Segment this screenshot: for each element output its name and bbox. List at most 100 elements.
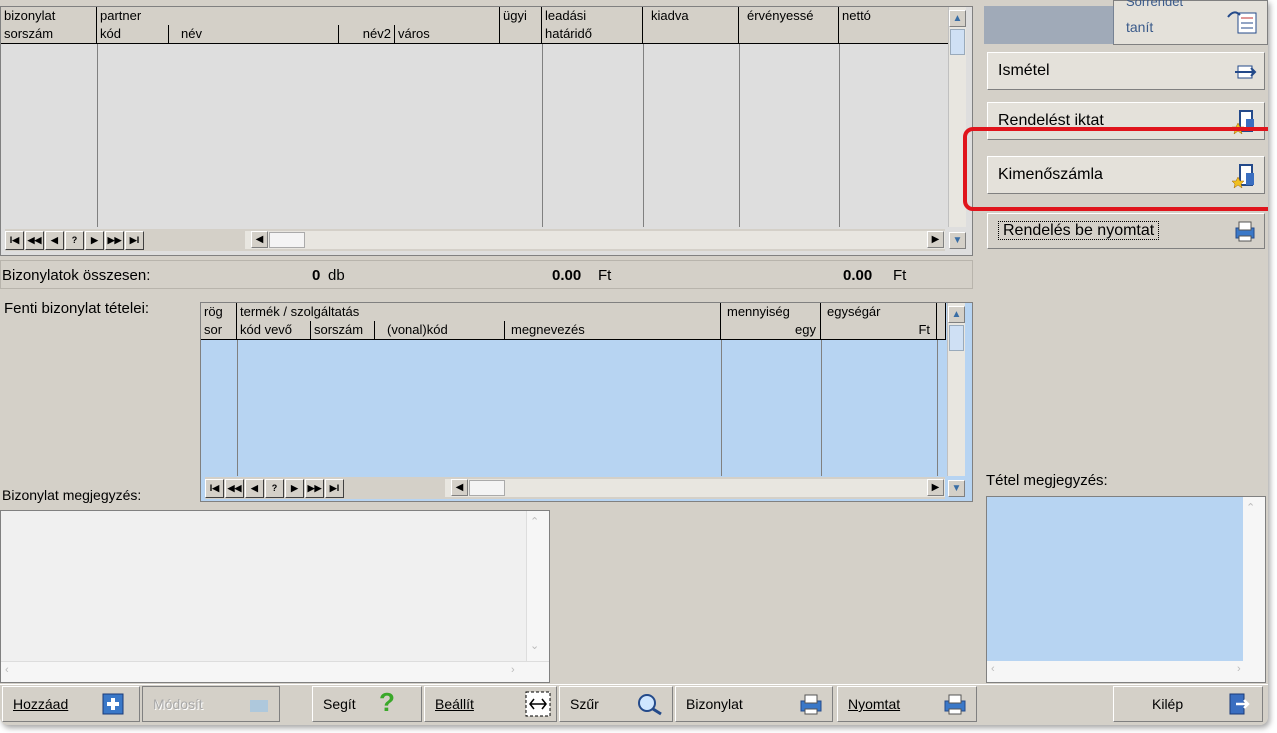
col-header-bizonylat[interactable]: bizonylat <box>1 7 97 26</box>
items-col-header-megnevezes[interactable]: megnevezés <box>505 321 721 340</box>
col-divider <box>97 44 98 227</box>
scroll-thumb[interactable] <box>269 232 305 248</box>
settings-icon <box>524 690 551 717</box>
col-header-ugyi[interactable]: ügyi <box>500 7 542 44</box>
nav-next-page-button[interactable]: ▶▶ <box>105 230 124 250</box>
items-col-header-egy[interactable]: egy <box>721 321 821 340</box>
vertical-scrollbar[interactable]: ⌃ ⌄ <box>526 511 549 661</box>
scroll-left-button[interactable]: ‹ <box>991 663 995 675</box>
col-header-varos[interactable]: város <box>395 25 500 44</box>
nav-prev-page-button[interactable]: ◀◀ <box>225 478 244 498</box>
scroll-thumb[interactable] <box>469 480 505 496</box>
items-col-header-termek[interactable]: termék / szolgáltatás <box>237 303 721 322</box>
nav-prev-button[interactable]: ◀ <box>245 478 264 498</box>
col-header-nev2[interactable]: név2 <box>339 25 395 44</box>
scroll-right-button[interactable]: ▶ <box>927 479 944 496</box>
col-divider <box>643 44 644 227</box>
horizontal-scrollbar[interactable]: ◀ ▶ <box>445 479 945 497</box>
items-grid[interactable]: rög termék / szolgáltatás mennyiség egys… <box>200 302 973 502</box>
scroll-left-button[interactable]: ‹ <box>5 664 9 676</box>
modify-button[interactable]: Módosít <box>142 686 280 722</box>
nav-first-button[interactable]: I◀ <box>5 230 24 250</box>
items-col-header-extra[interactable] <box>937 303 946 340</box>
items-col-header-sorszam[interactable]: sorszám <box>311 321 375 340</box>
documents-grid[interactable]: bizonylat partner ügyi leadási kiadva ér… <box>0 6 973 256</box>
col-header-nev[interactable]: név <box>169 25 339 44</box>
col-header-kod[interactable]: kód <box>97 25 169 44</box>
highlight-box <box>963 127 1268 211</box>
scroll-right-button[interactable]: ▶ <box>927 231 944 248</box>
add-button[interactable]: Hozzáad <box>2 686 140 722</box>
nav-first-button[interactable]: I◀ <box>205 478 224 498</box>
scroll-left-button[interactable]: ◀ <box>451 479 468 496</box>
vertical-scrollbar[interactable]: ▲ <box>947 303 965 476</box>
help-button[interactable]: Segít ? <box>312 686 422 722</box>
horizontal-scrollbar[interactable]: ◀ ▶ <box>245 231 945 249</box>
scroll-up-button[interactable]: ⌃ <box>530 515 539 528</box>
filter-label: Szűr <box>570 696 599 712</box>
question-icon: ? <box>379 687 395 717</box>
items-col-header-mennyiseg[interactable]: mennyiség <box>721 303 821 322</box>
items-col-header-kod-vevo[interactable]: kód vevő <box>237 321 311 340</box>
horizontal-scrollbar[interactable]: ‹ › <box>987 661 1265 682</box>
horizontal-scrollbar[interactable]: ‹ › <box>1 661 549 682</box>
col-header-netto[interactable]: nettó <box>839 7 949 44</box>
exit-label: Kilép <box>1152 696 1184 712</box>
scroll-down-button[interactable]: ⌄ <box>530 639 539 652</box>
nav-last-button[interactable]: ▶I <box>325 478 344 498</box>
items-col-header-rog[interactable]: rög <box>201 303 237 322</box>
nav-last-button[interactable]: ▶I <box>125 230 144 250</box>
scroll-right-button[interactable]: › <box>511 664 515 676</box>
items-col-header-ft[interactable]: Ft <box>821 321 937 340</box>
settings-button[interactable]: Beállít <box>424 686 557 722</box>
repeat-label: Ismétel <box>998 62 1050 79</box>
scroll-thumb[interactable] <box>949 325 964 351</box>
nav-find-button[interactable]: ? <box>265 478 284 498</box>
col-header-leadasi[interactable]: leadási <box>542 7 643 26</box>
item-note-textarea[interactable]: ⌃ ‹ › <box>986 496 1266 683</box>
col-header-kiadva[interactable]: kiadva <box>643 7 739 44</box>
edit-icon <box>247 692 271 716</box>
filter-button[interactable]: Szűr <box>559 686 673 722</box>
add-label: Hozzáad <box>13 696 69 712</box>
print-button[interactable]: Nyomtat <box>837 686 977 722</box>
col-header-hatarido[interactable]: határidő <box>542 25 643 44</box>
items-col-header-vonalkod[interactable]: (vonal)kód <box>375 321 505 340</box>
nav-next-button[interactable]: ▶ <box>85 230 104 250</box>
doc-note-label: Bizonylat megjegyzés: <box>2 487 142 503</box>
scroll-left-button[interactable]: ◀ <box>251 231 268 248</box>
repeat-button[interactable]: Ismétel <box>987 52 1265 90</box>
exit-button[interactable]: Kilép <box>1113 686 1263 722</box>
scroll-up-button[interactable]: ▲ <box>948 306 965 323</box>
scroll-right-button[interactable]: › <box>1237 663 1241 675</box>
items-col-header-egysegar[interactable]: egységár <box>821 303 937 322</box>
nav-prev-page-button[interactable]: ◀◀ <box>25 230 44 250</box>
doc-note-textarea[interactable]: ⌃ ⌄ ‹ › <box>0 510 550 683</box>
col-header-sorszam[interactable]: sorszám <box>1 25 97 44</box>
scroll-down-button[interactable]: ▼ <box>948 480 965 497</box>
col-header-partner[interactable]: partner <box>97 7 500 26</box>
nav-find-button[interactable]: ? <box>65 230 84 250</box>
summary-count-unit: db <box>328 267 345 284</box>
scroll-down-button[interactable]: ▼ <box>949 232 966 249</box>
col-header-ervenyesseg[interactable]: érvényessé <box>739 7 839 44</box>
printer-icon <box>1232 218 1258 244</box>
search-icon <box>636 692 662 716</box>
scroll-up-button[interactable]: ⌃ <box>1246 501 1255 514</box>
nav-next-page-button[interactable]: ▶▶ <box>305 478 324 498</box>
nav-next-button[interactable]: ▶ <box>285 478 304 498</box>
print-order-button[interactable]: Rendelés be nyomtat <box>987 213 1265 249</box>
help-label: Segít <box>323 696 356 712</box>
sort-teach-button[interactable]: Sorrendet tanít <box>1113 0 1268 45</box>
vertical-scrollbar[interactable]: ⌃ <box>1243 497 1265 661</box>
document-print-label: Bizonylat <box>686 696 743 712</box>
document-print-button[interactable]: Bizonylat <box>675 686 833 722</box>
col-divider <box>237 340 238 476</box>
scroll-thumb[interactable] <box>950 29 965 55</box>
col-divider <box>937 340 938 476</box>
summary-amount1: 0.00 <box>552 267 582 284</box>
nav-prev-button[interactable]: ◀ <box>45 230 64 250</box>
scroll-up-button[interactable]: ▲ <box>949 10 966 27</box>
printer-icon <box>798 692 822 716</box>
items-col-header-sor[interactable]: sor <box>201 321 237 340</box>
